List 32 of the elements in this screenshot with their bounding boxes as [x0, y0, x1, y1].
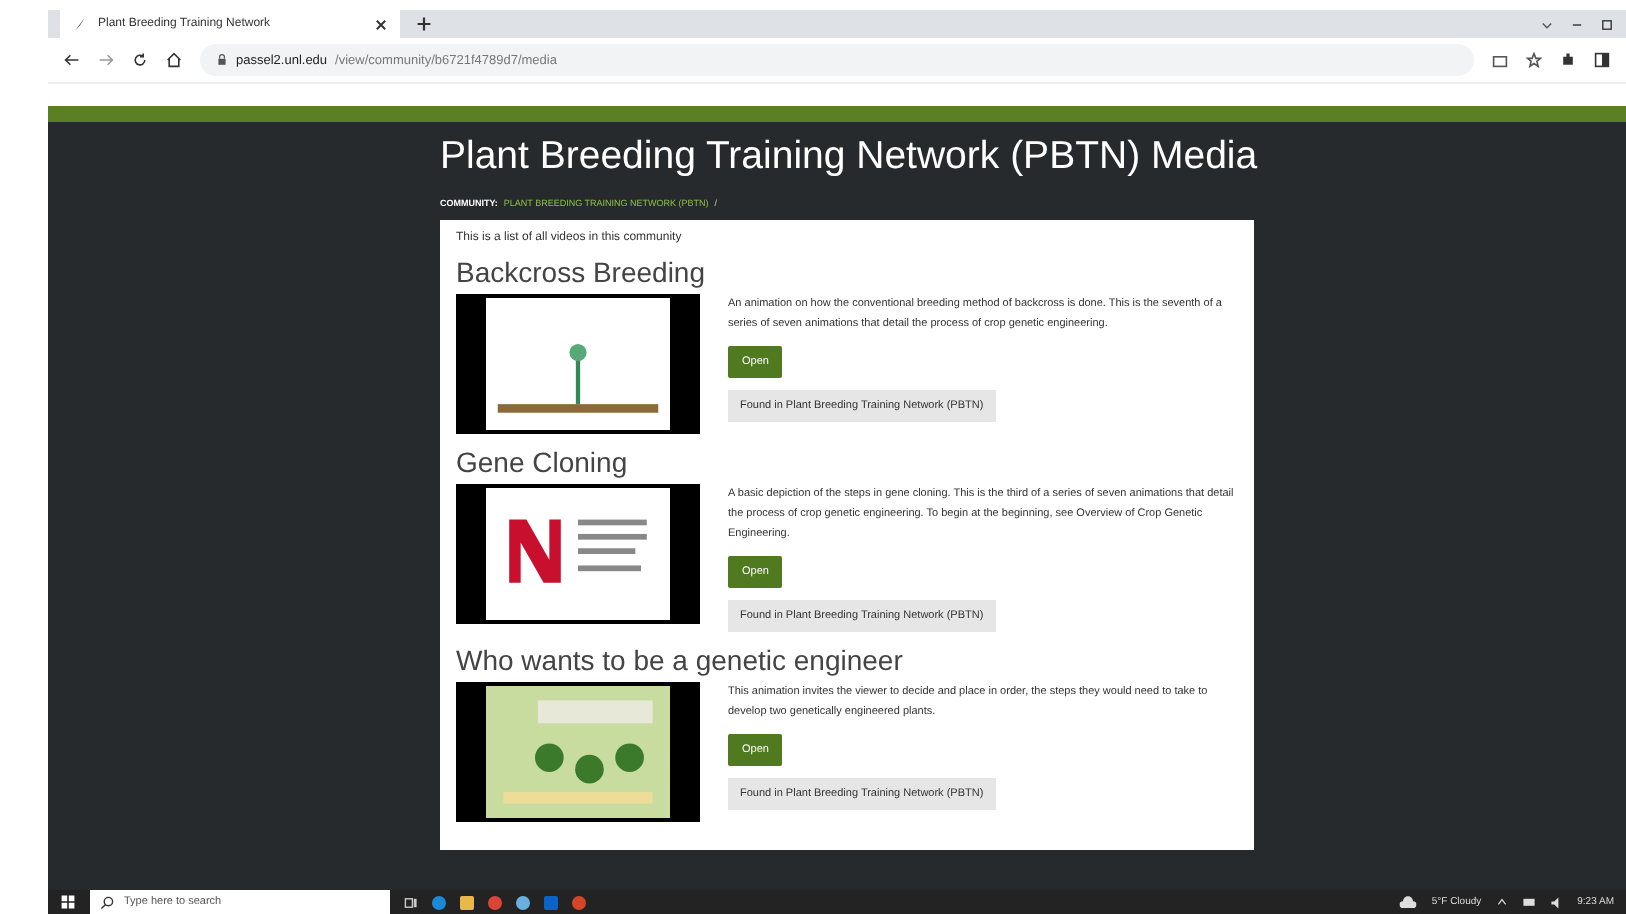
windows-start-icon[interactable] — [60, 894, 76, 910]
reload-icon[interactable] — [132, 52, 148, 68]
lock-icon — [216, 54, 228, 66]
video-thumbnail[interactable] — [456, 682, 700, 822]
mail-app-icon[interactable] — [544, 895, 558, 909]
new-tab-icon[interactable] — [416, 16, 432, 32]
close-icon[interactable] — [374, 17, 388, 31]
network-icon[interactable] — [1521, 895, 1536, 909]
folder-icon[interactable] — [460, 895, 474, 909]
sidebar-icon[interactable] — [1594, 52, 1610, 68]
browser-app-icon[interactable] — [432, 895, 446, 909]
chrome-app-icon[interactable] — [488, 895, 502, 909]
video-thumbnail[interactable] — [456, 484, 700, 624]
share-icon[interactable] — [1492, 52, 1508, 68]
video-title: Who wants to be a genetic engineer — [456, 644, 905, 676]
back-arrow-icon[interactable] — [64, 52, 80, 68]
page-title: Plant Breeding Training Network (PBTN) Media — [440, 132, 1254, 182]
presentation-app-icon[interactable] — [572, 895, 586, 909]
search-icon — [100, 895, 114, 909]
restore-icon[interactable] — [1600, 17, 1614, 31]
video-title: Gene Cloning — [456, 446, 630, 478]
video-title: Backcross Breeding — [456, 256, 708, 288]
task-view-icon[interactable] — [404, 895, 418, 909]
puzzle-icon[interactable] — [1560, 52, 1576, 68]
caret-icon[interactable] — [1495, 896, 1508, 908]
speaker-icon[interactable] — [1549, 895, 1564, 909]
home-icon[interactable] — [166, 52, 182, 68]
cloud-icon — [1397, 895, 1418, 909]
star-icon[interactable] — [1526, 52, 1542, 68]
forward-arrow-icon[interactable] — [98, 52, 114, 68]
chevron-icon[interactable] — [1540, 17, 1554, 31]
video-thumbnail[interactable] — [456, 294, 700, 434]
